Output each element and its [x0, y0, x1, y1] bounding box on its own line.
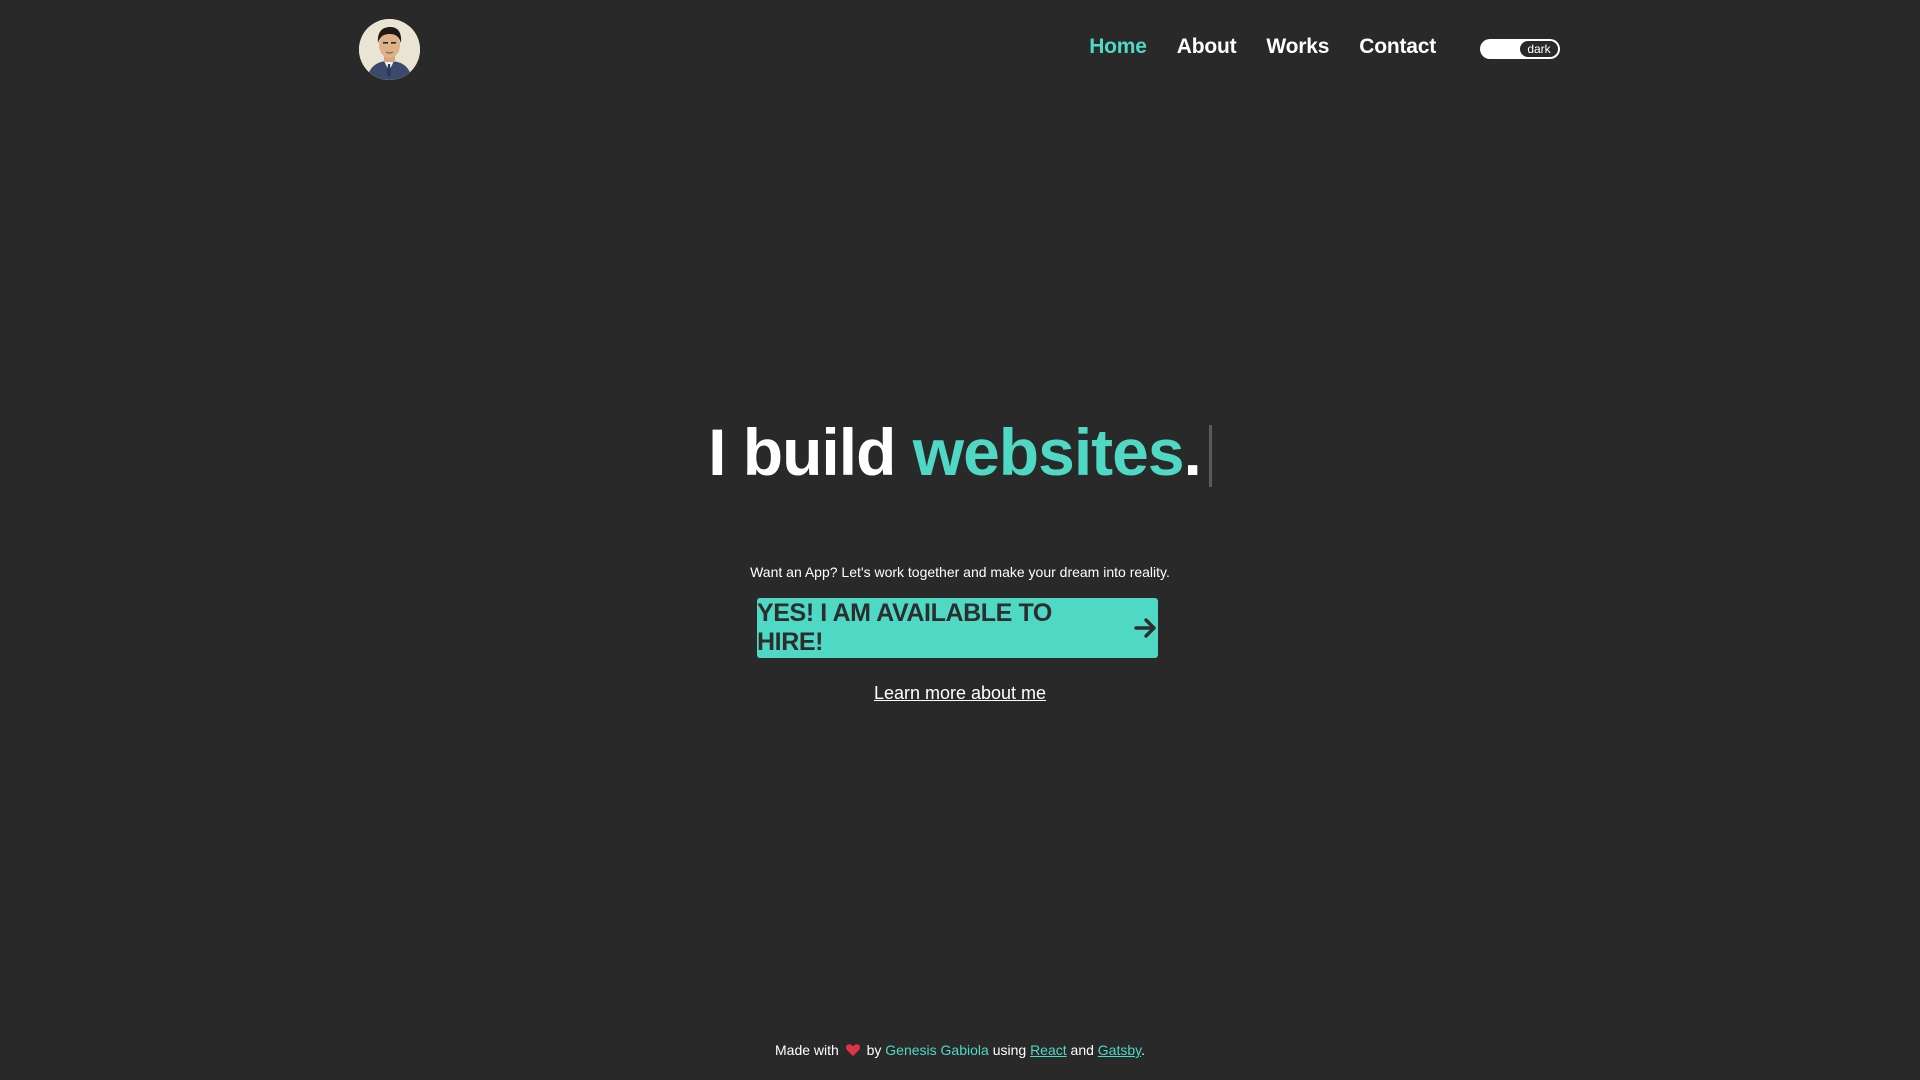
main-nav: Home About Works Contact [1089, 35, 1436, 59]
footer-author-link[interactable]: Genesis Gabiola [885, 1042, 989, 1058]
hire-me-button[interactable]: YES! I AM AVAILABLE TO HIRE! [757, 598, 1158, 658]
nav-about[interactable]: About [1177, 35, 1237, 59]
hero-title-prefix: I build [708, 415, 913, 489]
page: Home About Works Contact dark I build we… [0, 0, 1920, 1080]
nav-contact[interactable]: Contact [1359, 35, 1436, 59]
learn-more-container: Learn more about me [0, 683, 1920, 704]
hero-title: I build websites. [0, 412, 1920, 492]
arrow-right-icon [1134, 617, 1158, 639]
site-footer: Made with by Genesis Gabiola using React… [0, 1042, 1920, 1058]
nav-works[interactable]: Works [1266, 35, 1329, 59]
avatar[interactable] [359, 19, 420, 80]
footer-gatsby-link[interactable]: Gatsby [1098, 1042, 1141, 1058]
hero-title-accent: websites [912, 415, 1185, 489]
footer-and: and [1070, 1042, 1094, 1058]
heart-icon [845, 1043, 860, 1056]
footer-made-with: Made with [775, 1042, 839, 1058]
site-header: Home About Works Contact dark [359, 19, 1560, 81]
footer-react-link[interactable]: React [1030, 1042, 1067, 1058]
footer-by: by [866, 1042, 882, 1058]
hero-title-suffix: . [1183, 415, 1202, 489]
hero-tagline: Want an App? Let's work together and mak… [750, 564, 1170, 580]
typing-caret [1208, 425, 1212, 487]
learn-more-link[interactable]: Learn more about me [874, 683, 1046, 703]
nav-home[interactable]: Home [1089, 35, 1147, 59]
theme-toggle-label: dark [1520, 41, 1558, 57]
footer-using: using [992, 1042, 1027, 1058]
avatar-portrait-image [359, 19, 420, 80]
footer-period: . [1141, 1042, 1145, 1058]
hire-me-button-label: YES! I AM AVAILABLE TO HIRE! [757, 599, 1052, 656]
theme-toggle[interactable]: dark [1480, 39, 1560, 59]
